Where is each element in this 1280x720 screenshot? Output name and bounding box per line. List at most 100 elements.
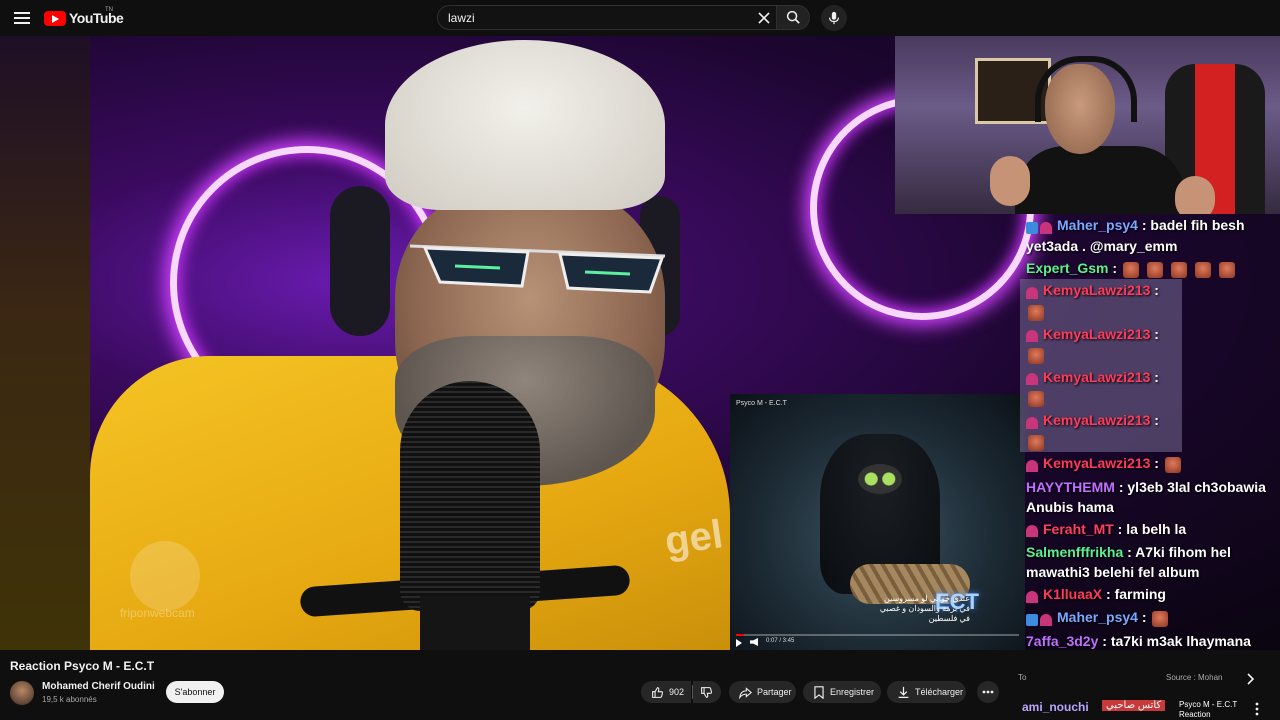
chat-badges (1026, 282, 1040, 302)
chat-message: KemyaLawzi213 : (1020, 322, 1182, 366)
more-actions-button[interactable] (977, 681, 999, 703)
embed-subtitle: عندي خواتي لو مسروسين في برمة والسودان و… (879, 594, 970, 623)
more-vertical-icon[interactable] (1252, 701, 1262, 717)
search-icon (786, 10, 800, 24)
channel-name[interactable]: Mohamed Cherif Oudini (42, 681, 155, 692)
video-title: Reaction Psyco M - E.C.T (10, 659, 155, 673)
chat-separator: : (1150, 325, 1159, 342)
chevron-right-icon[interactable] (1243, 672, 1257, 686)
webcam-watermark: friponwebcam (120, 606, 195, 620)
chat-emote-icon (1218, 261, 1235, 278)
subscriber-count: 19,5 k abonnés (42, 695, 97, 704)
chat-username[interactable]: KemyaLawzi213 (1043, 412, 1150, 428)
subscribe-button[interactable]: S'abonner (166, 681, 224, 703)
chat-separator: : (1102, 586, 1115, 603)
chat-username[interactable]: 7affa_3d2y (1026, 633, 1098, 649)
chat-username[interactable]: KemyaLawzi213 (1043, 369, 1150, 385)
webcam-watermark-logo (130, 541, 200, 611)
streamer-hand-left (990, 156, 1030, 206)
chat-message: Salmenfffrikha : A7ki fihom hel mawathi3… (1020, 541, 1280, 583)
embed-controls: 0:07 / 3:45 (730, 632, 1025, 650)
chat-separator: : (1108, 260, 1121, 277)
share-label: Partager (757, 687, 792, 697)
chat-username[interactable]: KemyaLawzi213 (1043, 455, 1150, 471)
embed-title: Psyco M - E.C.T (736, 400, 787, 407)
chat-username[interactable]: KemyaLawzi213 (1043, 326, 1150, 342)
video-player[interactable]: gel friponwebcam Psyco M - E.C.T ECT عند… (0, 36, 1280, 650)
verified-badge-icon (1026, 613, 1038, 626)
music-video-embed[interactable]: Psyco M - E.C.T ECT عندي خواتي لو مسروسي… (730, 394, 1025, 650)
chat-username[interactable]: HAYYTHEMM (1026, 479, 1115, 495)
chat-username[interactable]: Maher_psy4 (1057, 609, 1138, 625)
search-input[interactable] (448, 10, 738, 26)
play-icon[interactable] (736, 639, 742, 647)
chat-badges (1026, 609, 1054, 629)
overlay-message: كاتس صاحبي (1102, 700, 1166, 711)
channel-avatar[interactable] (10, 681, 34, 705)
menu-icon[interactable] (14, 9, 30, 27)
streamer-webcam (895, 36, 1280, 214)
chat-badges (1026, 585, 1040, 605)
voice-search-button[interactable] (821, 5, 847, 31)
chat-text: farming (1114, 586, 1166, 603)
mini-bar-text: To (1018, 673, 1027, 682)
thumbs-up-icon (652, 686, 664, 698)
video-info: Reaction Psyco M - E.C.T Mohamed Cherif … (0, 650, 1280, 720)
chat-separator: : (1123, 544, 1136, 561)
member-badge-icon (1026, 525, 1038, 538)
chat-emote-icon (1028, 348, 1044, 365)
search-box (437, 5, 777, 30)
chat-message: Feraht_MT : la belh la (1020, 518, 1280, 541)
streamer-headset (1035, 56, 1137, 122)
chat-emote-icon (1028, 304, 1044, 321)
chat-emote-icon (1122, 261, 1139, 278)
chat-separator: : (1150, 455, 1163, 472)
chat-separator: : (1150, 368, 1159, 385)
save-label: Enregistrer (830, 687, 875, 697)
playlist-title: Psyco M - E.C.T (1179, 700, 1238, 709)
chat-emote-icon (1170, 261, 1187, 278)
download-icon (898, 686, 909, 698)
chat-badges (1026, 216, 1054, 236)
chat-username[interactable]: Maher_psy4 (1057, 217, 1138, 233)
chat-message: KemyaLawzi213 : (1020, 452, 1280, 475)
chat-badges (1026, 325, 1040, 345)
embed-progress-bar[interactable] (736, 634, 1019, 636)
chat-username[interactable]: Salmenfffrikha (1026, 544, 1123, 560)
like-button[interactable]: 902 (641, 681, 691, 703)
playlist-info[interactable]: Psyco M - E.C.T Reaction (1179, 700, 1237, 720)
chat-badges (1026, 368, 1040, 388)
chat-separator: : (1137, 609, 1151, 626)
more-horizontal-icon (982, 690, 994, 694)
volume-icon[interactable] (750, 638, 758, 646)
chat-text: la belh la (1126, 520, 1187, 537)
member-badge-icon (1026, 373, 1038, 386)
member-badge-icon (1026, 590, 1038, 603)
chat-message: KemyaLawzi213 : (1020, 279, 1182, 323)
chat-message: HAYYTHEMM : yl3eb 3lal ch3obawia Anubis … (1020, 476, 1280, 518)
guest-sunglasses (410, 244, 666, 294)
share-button[interactable]: Partager (729, 681, 796, 703)
chat-username[interactable]: Feraht_MT (1043, 521, 1114, 537)
share-icon (739, 686, 752, 699)
search-button[interactable] (776, 5, 810, 30)
studio-microphone (400, 381, 540, 611)
verified-badge-icon (1026, 221, 1038, 234)
chat-emote-icon (1146, 261, 1163, 278)
clear-icon[interactable] (757, 11, 771, 25)
playlist-mini-bar[interactable]: To Source : Mohan (1010, 668, 1280, 692)
chat-message: KemyaLawzi213 : (1020, 409, 1182, 453)
member-badge-icon (1026, 416, 1038, 429)
download-button[interactable]: Télécharger (887, 681, 966, 703)
chat-overlay: Maher_psy4 : badel fih besh yet3ada . @m… (1020, 214, 1280, 650)
streamer-hand-right (1175, 176, 1215, 214)
chat-username[interactable]: K1lluaaX (1043, 586, 1102, 602)
playlist-subtitle: Reaction (1179, 710, 1211, 719)
dislike-button[interactable] (693, 681, 721, 703)
chat-username[interactable]: KemyaLawzi213 (1043, 282, 1150, 298)
guest-headset-left (330, 186, 390, 336)
chat-username[interactable]: Expert_Gsm (1026, 260, 1108, 276)
chat-emote-icon (1152, 610, 1169, 627)
save-button[interactable]: Enregistrer (803, 681, 881, 703)
chat-message: Expert_Gsm : (1020, 257, 1280, 279)
